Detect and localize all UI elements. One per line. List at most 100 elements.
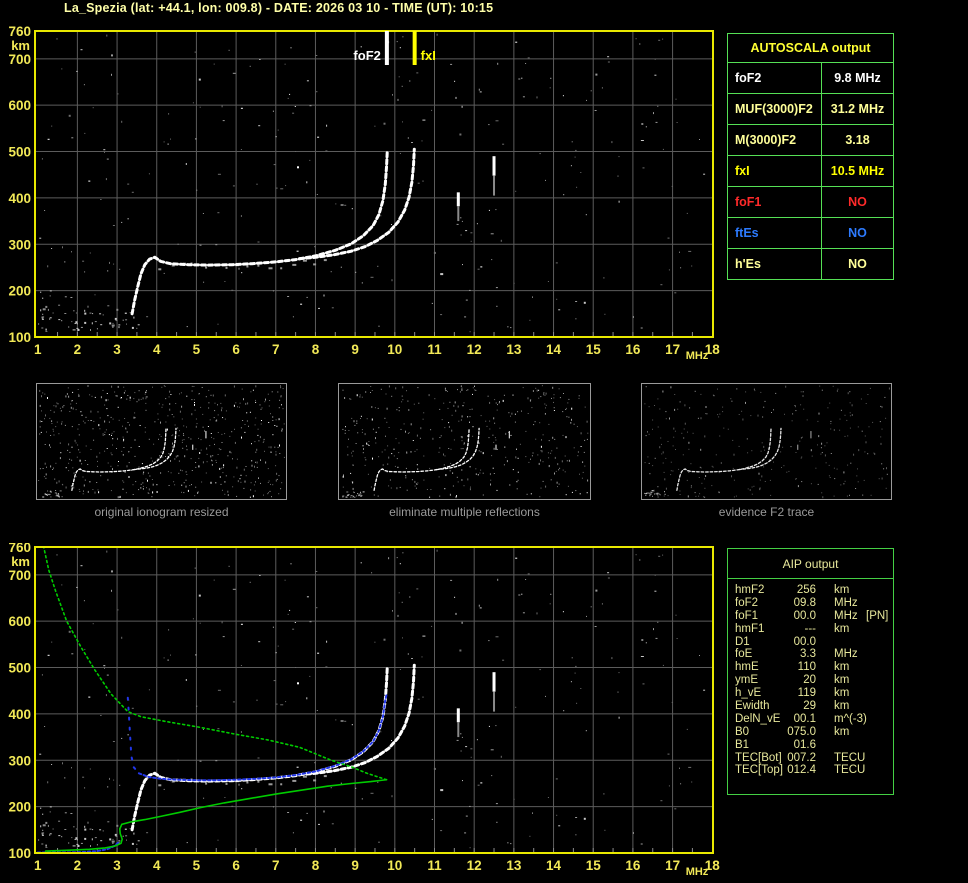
autoscala-row: h'Es NO [728, 249, 893, 279]
thumbnail-caption-1: original ionogram resized [94, 505, 229, 519]
autoscala-output-panel: AUTOSCALA output foF2 9.8 MHz MUF(3000)F2 3… [727, 33, 894, 280]
aip-row: foF1 00.0 MHz [PN] [728, 610, 893, 623]
x-tick-label: 9 [351, 342, 359, 357]
y-tick-label: 600 [8, 614, 31, 629]
x-tick-label: 13 [506, 858, 522, 873]
aip-param-label: foF1 [735, 609, 759, 622]
y-tick-label: 300 [8, 753, 31, 768]
aip-param-value: 00.0 [793, 635, 816, 648]
y-tick-label: 700 [8, 52, 31, 67]
aip-row: ymE 20 km [728, 674, 893, 687]
aip-param-unit: m^(-3) [834, 712, 867, 725]
aip-row: hmE 110 km [728, 661, 893, 674]
aip-rows: hmF2 256 km foF2 09.8 MHz foF1 00.0 MHz [PN] hmF1 -… [728, 579, 893, 777]
x-tick-label: 6 [232, 858, 240, 873]
aip-param-label: hmF1 [735, 622, 765, 635]
aip-panel-title: AIP output [728, 549, 893, 579]
autoscala-param-value: 3.18 [845, 133, 870, 147]
aip-row: B1 01.6 [728, 739, 893, 752]
x-tick-label: 17 [665, 342, 680, 357]
autoscala-screen: La_Spezia (lat: +44.1, lon: 009.8) - DAT… [0, 0, 968, 883]
aip-param-label: h_vE [735, 687, 762, 700]
aip-param-unit: km [834, 725, 850, 738]
aip-param-value: 01.6 [793, 738, 816, 751]
profile-plot-bottom: 1 2 3 4 5 6 7 8 9 10 11 12 13 14 15 16 17 18MHz7607006005… [8, 543, 720, 878]
y-tick-label: 100 [8, 330, 31, 345]
aip-param-value: 00.1 [793, 712, 816, 725]
y-axis-unit-label: km [11, 554, 30, 569]
aip-param-unit: MHz [834, 609, 858, 622]
thumbnail-caption-3: evidence F2 trace [718, 505, 815, 519]
aip-row: Ewidth 29 km [728, 700, 893, 713]
x-tick-label: 4 [153, 342, 161, 357]
aip-param-value: --- [804, 622, 817, 635]
x-tick-label: 12 [467, 858, 482, 873]
aip-param-label: Ewidth [735, 700, 770, 713]
aip-param-unit: km [834, 622, 850, 635]
thumbnail-caption-2: eliminate multiple reflections [389, 505, 540, 519]
aip-param-value: 119 [797, 687, 816, 700]
station-title: La_Spezia (lat: +44.1, lon: 009.8) - DAT… [64, 1, 494, 15]
aip-output-panel: AIP output hmF2 256 km foF2 09.8 MHz foF1 00.0 M… [727, 548, 894, 795]
thumbnail-evidence-f2-trace [641, 383, 892, 500]
autoscala-param-value: NO [848, 226, 867, 240]
aip-param-value: 110 [797, 661, 816, 674]
x-tick-label: 7 [272, 858, 280, 873]
aip-param-unit: km [834, 674, 850, 687]
x-tick-label: 8 [312, 858, 320, 873]
x-tick-label: 17 [665, 858, 680, 873]
x-tick-label: 8 [312, 342, 320, 357]
autoscala-param-label: h'Es [728, 249, 822, 279]
aip-row: TEC[Top] 012.4 TECU [728, 764, 893, 777]
aip-row: h_vE 119 km [728, 687, 893, 700]
y-tick-label: 400 [8, 707, 31, 722]
aip-row: foF2 09.8 MHz [728, 597, 893, 610]
aip-param-label: hmF2 [735, 584, 765, 596]
x-tick-label: 5 [193, 858, 201, 873]
y-tick-label: 100 [8, 846, 31, 861]
aip-param-value: 075.0 [787, 725, 816, 738]
aip-row: DelN_vE 00.1 m^(-3) [728, 713, 893, 726]
marker-label-foF2: foF2 [353, 48, 380, 63]
aip-row: TEC[Bot] 007.2 TECU [728, 752, 893, 765]
aip-param-unit: km [834, 687, 850, 700]
autoscala-param-value: 9.8 MHz [834, 71, 881, 85]
x-tick-label: 9 [351, 858, 359, 873]
aip-param-unit: TECU [834, 764, 866, 777]
thumbnail-eliminate-reflections [338, 383, 591, 500]
x-tick-label: 10 [387, 342, 402, 357]
autoscala-row: foF2 9.8 MHz [728, 63, 893, 94]
aip-param-value: 09.8 [793, 596, 816, 609]
x-tick-label: 14 [546, 342, 562, 357]
aip-row: hmF1 --- km [728, 623, 893, 636]
x-tick-label: 4 [153, 858, 161, 873]
autoscala-row: ftEs NO [728, 218, 893, 249]
aip-param-unit: MHz [834, 596, 858, 609]
x-tick-label: 11 [427, 342, 442, 357]
x-tick-label: 1 [34, 858, 42, 873]
autoscala-param-label: MUF(3000)F2 [728, 94, 822, 124]
y-tick-label: 500 [8, 661, 31, 676]
aip-row: D1 00.0 [728, 636, 893, 649]
aip-row: hmF2 256 km [728, 584, 893, 597]
aip-param-note: [PN] [866, 609, 889, 622]
aip-param-label: B0 [735, 725, 750, 738]
y-tick-label: 300 [8, 237, 31, 252]
aip-param-unit: km [834, 584, 850, 596]
x-tick-label: 2 [74, 858, 82, 873]
x-tick-label: 15 [586, 858, 602, 873]
y-tick-label: 500 [8, 145, 31, 160]
autoscala-param-label: ftEs [728, 218, 822, 248]
x-tick-label: 5 [193, 342, 201, 357]
y-tick-label: 200 [8, 284, 31, 299]
aip-param-label: foF2 [735, 596, 759, 609]
aip-param-label: foE [735, 648, 753, 661]
x-tick-label: 13 [506, 342, 522, 357]
autoscala-panel-title: AUTOSCALA output [728, 34, 893, 63]
autoscala-param-label: M(3000)F2 [728, 125, 822, 155]
x-tick-label: 12 [467, 342, 482, 357]
x-tick-label: 7 [272, 342, 280, 357]
aip-param-value: 012.4 [787, 764, 816, 777]
y-tick-label: 200 [8, 800, 31, 815]
autoscala-param-value: NO [848, 257, 867, 271]
